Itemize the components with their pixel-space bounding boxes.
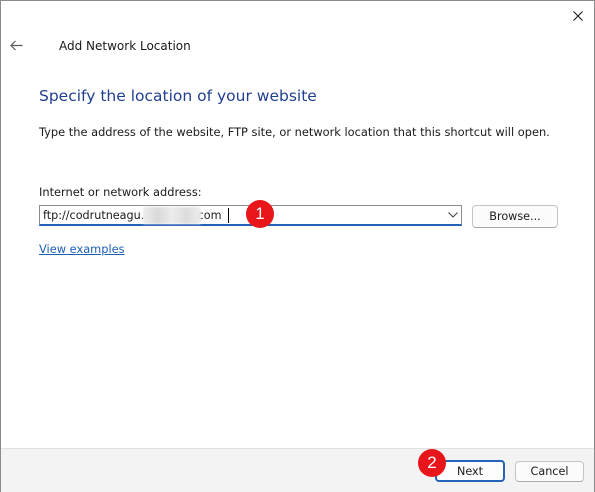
back-button[interactable] <box>6 35 26 55</box>
cancel-button[interactable]: Cancel <box>515 461 584 482</box>
view-examples-link[interactable]: View examples <box>39 242 125 256</box>
dialog-footer <box>1 448 594 492</box>
redacted-area <box>143 207 201 224</box>
add-network-location-dialog: Add Network Location Specify the locatio… <box>0 0 595 492</box>
window-title: Add Network Location <box>59 39 191 53</box>
page-description: Type the address of the website, FTP sit… <box>39 125 550 139</box>
close-button[interactable] <box>561 3 595 29</box>
back-arrow-icon <box>9 40 22 50</box>
address-input[interactable] <box>43 207 438 224</box>
address-label: Internet or network address: <box>39 185 202 199</box>
text-caret <box>228 208 229 223</box>
close-icon <box>573 11 583 21</box>
page-heading: Specify the location of your website <box>39 87 317 105</box>
dropdown-arrow-button[interactable] <box>447 209 459 221</box>
chevron-down-icon <box>448 212 458 218</box>
step-badge-2: 2 <box>418 449 446 477</box>
step-badge-1: 1 <box>246 200 274 228</box>
browse-button[interactable]: Browse... <box>472 205 558 228</box>
